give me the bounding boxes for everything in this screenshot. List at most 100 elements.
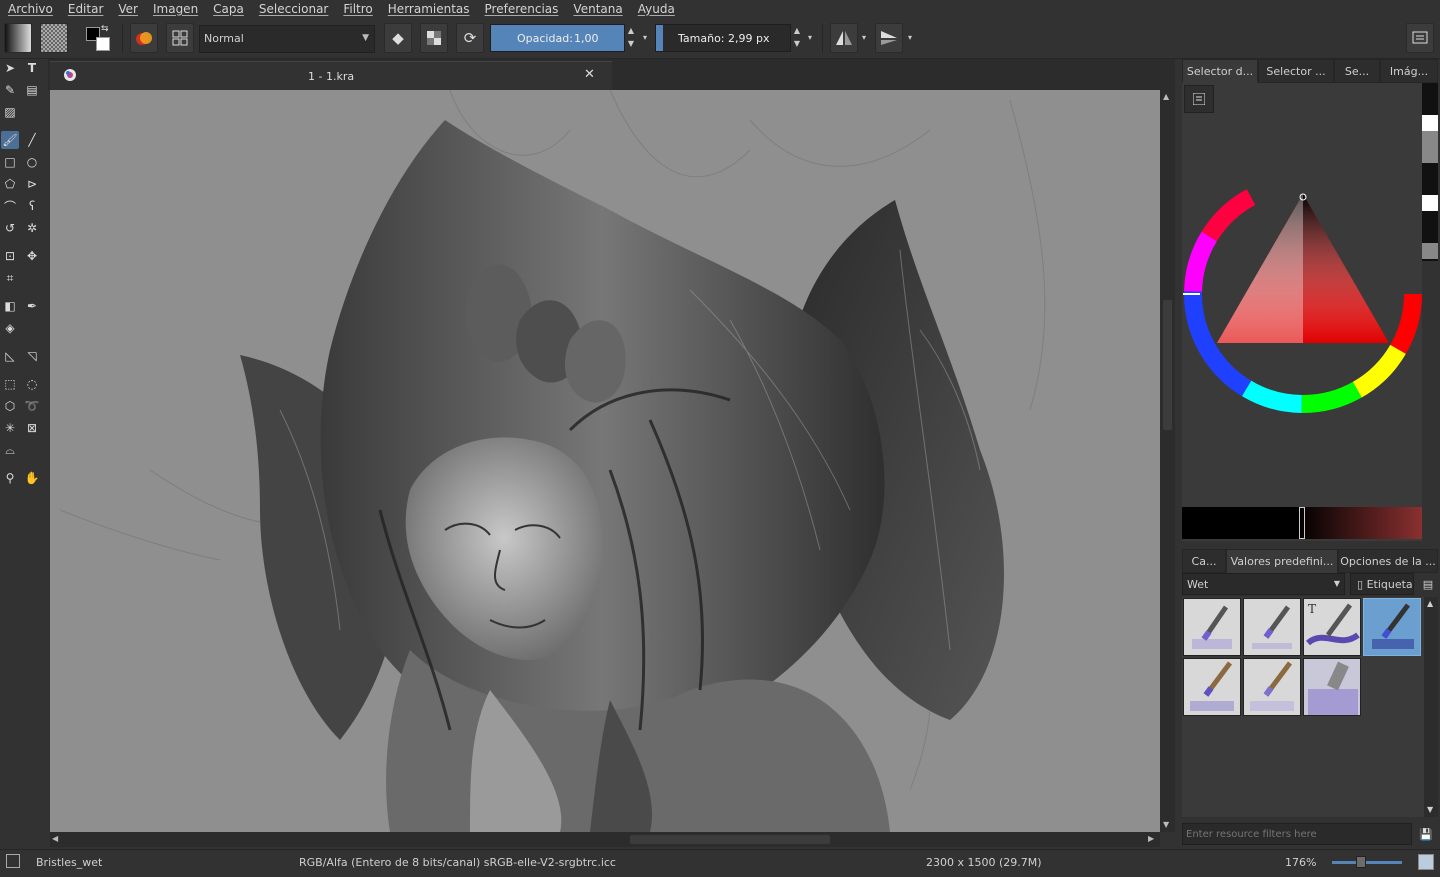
hue-ring-triangle[interactable] (1182, 173, 1424, 415)
vertical-mirror-icon[interactable] (875, 23, 903, 53)
brush-preset-4-selected[interactable] (1363, 598, 1421, 656)
size-menu-chevron-icon[interactable]: ▾ (803, 24, 817, 52)
rect-select-icon[interactable]: ⬚ (1, 375, 19, 393)
color-picker-icon[interactable]: ✒ (23, 297, 41, 315)
opacity-spinner[interactable]: ▲ ▼ (624, 24, 638, 52)
dock-layout-icon[interactable] (166, 23, 194, 53)
bezier-select-icon[interactable]: ⌓ (1, 441, 19, 459)
tab-selector-short[interactable]: Se... (1334, 59, 1380, 83)
blend-mode-select[interactable]: Normal ▼ (199, 25, 375, 53)
brush-preset-3[interactable]: T (1303, 598, 1361, 656)
menu-capa[interactable]: Capa (205, 2, 251, 16)
horizontal-scroll-thumb[interactable] (630, 835, 830, 844)
menu-ver[interactable]: Ver (110, 2, 145, 16)
mirror-vertical-chevron-icon[interactable]: ▾ (903, 24, 917, 52)
tab-image[interactable]: Imág... (1380, 59, 1438, 83)
move-tool-icon[interactable]: ✥ (23, 247, 41, 265)
save-icon[interactable]: 💾 (1416, 823, 1436, 845)
calligraphy-icon[interactable]: ▤ (23, 81, 41, 99)
zoom-slider-handle[interactable] (1356, 856, 1367, 868)
opacity-menu-chevron-icon[interactable]: ▾ (638, 24, 652, 52)
opacity-slider[interactable]: Opacidad: 1,00 (490, 24, 625, 52)
text-tool-icon[interactable]: T (23, 59, 41, 77)
preset-tag-select[interactable]: Wet ▼ (1182, 573, 1345, 595)
size-slider[interactable]: Tamaño: 2,99 px (655, 24, 791, 52)
menu-seleccionar[interactable]: Seleccionar (251, 2, 335, 16)
history-swatch-white-2[interactable] (1422, 195, 1438, 211)
edit-shapes-icon[interactable]: ✎ (1, 81, 19, 99)
close-tab-icon[interactable]: ✕ (584, 67, 595, 82)
menu-ventana[interactable]: Ventana (565, 2, 629, 16)
polyline-tool-icon[interactable]: ⊳ (23, 175, 41, 193)
similar-select-icon[interactable]: ⊠ (23, 419, 41, 437)
dynamic-brush-icon[interactable]: ↺ (1, 219, 19, 237)
freehand-select-icon[interactable]: ➰ (23, 397, 41, 415)
zoom-tool-icon[interactable]: ⚲ (1, 469, 19, 487)
brush-preset-2[interactable] (1243, 598, 1301, 656)
selection-status-icon[interactable] (6, 854, 20, 868)
scroll-left-icon[interactable]: ◀ (52, 834, 58, 843)
multibrush-icon[interactable]: ✲ (23, 219, 41, 237)
brush-preset-7[interactable] (1303, 658, 1361, 716)
brush-preset-5[interactable] (1183, 658, 1241, 716)
background-color[interactable] (96, 37, 110, 51)
fit-zoom-icon[interactable] (1418, 854, 1434, 870)
preserve-alpha-icon[interactable] (420, 23, 448, 53)
color-selector-settings-icon[interactable] (1184, 85, 1214, 113)
tab-advanced-color-selector[interactable]: Selector d... (1182, 59, 1258, 83)
tab-canvas[interactable]: Ca... (1182, 549, 1226, 573)
fill-bucket-icon[interactable]: ◈ (1, 319, 19, 337)
eraser-mode-icon[interactable]: ◆ (384, 23, 412, 53)
painting-canvas[interactable] (50, 90, 1160, 832)
scroll-right-icon[interactable]: ▶ (1148, 834, 1154, 843)
history-swatch-gray-2[interactable] (1422, 243, 1438, 259)
size-spinner[interactable]: ▲ ▼ (790, 24, 804, 52)
measure-tool-icon[interactable]: ◹ (23, 347, 41, 365)
brush-preset-icon[interactable] (130, 23, 158, 53)
line-tool-icon[interactable]: ╱ (23, 131, 41, 149)
menu-editar[interactable]: Editar (60, 2, 111, 16)
menu-filtro[interactable]: Filtro (335, 2, 379, 16)
tab-specific-color-selector[interactable]: Selector ... (1258, 59, 1334, 83)
mirror-horizontal-chevron-icon[interactable]: ▾ (857, 24, 871, 52)
horizontal-scrollbar[interactable]: ◀ ▶ (50, 832, 1160, 847)
reload-preset-icon[interactable]: ⟳ (456, 23, 484, 53)
ellipse-select-icon[interactable]: ◌ (23, 375, 41, 393)
ellipse-tool-icon[interactable]: ○ (23, 153, 41, 171)
tab-brush-presets[interactable]: Valores predefini... (1226, 549, 1338, 573)
menu-herramientas[interactable]: Herramientas (380, 2, 477, 16)
polygon-select-icon[interactable]: ⬡ (1, 397, 19, 415)
pattern-selector-button[interactable] (40, 23, 68, 53)
preset-view-options-icon[interactable]: ▤ (1418, 573, 1438, 595)
document-tab[interactable]: 1 - 1.kra ✕ (50, 61, 612, 90)
menu-ayuda[interactable]: Ayuda (630, 2, 682, 16)
swap-colors-icon[interactable]: ⇆ (101, 24, 109, 34)
gradient-fill-icon[interactable]: ◧ (1, 297, 19, 315)
menu-archivo[interactable]: Archivo (0, 2, 60, 16)
scroll-down-icon[interactable]: ▼ (1427, 805, 1433, 814)
foreground-background-color-swatch[interactable]: ⇆ (84, 24, 114, 53)
crop-tool-icon[interactable]: ⌗ (1, 269, 19, 287)
brush-preset-6[interactable] (1243, 658, 1301, 716)
horizontal-mirror-icon[interactable] (830, 23, 858, 53)
menu-preferencias[interactable]: Preferencias (477, 2, 566, 16)
history-swatch-white[interactable] (1422, 115, 1438, 131)
scroll-up-icon[interactable]: ▲ (1427, 599, 1433, 608)
preset-scrollbar[interactable]: ▲ ▼ (1424, 597, 1438, 817)
freehand-path-icon[interactable]: ʕ (23, 197, 41, 215)
vertical-scroll-thumb[interactable] (1163, 300, 1172, 430)
tab-tool-options[interactable]: Opciones de la ... (1338, 549, 1438, 573)
scroll-down-icon[interactable]: ▼ (1163, 820, 1169, 829)
polygon-tool-icon[interactable]: ⬠ (1, 175, 19, 193)
scroll-up-icon[interactable]: ▲ (1163, 92, 1169, 101)
shade-selector[interactable] (1182, 507, 1422, 539)
resource-filter-input[interactable] (1182, 823, 1412, 845)
vertical-scrollbar[interactable]: ▲ ▼ (1160, 90, 1175, 832)
select-shapes-icon[interactable]: ➤ (1, 59, 19, 77)
menu-imagen[interactable]: Imagen (145, 2, 205, 16)
freehand-brush-icon[interactable]: 🖌 (1, 131, 19, 149)
color-history-column[interactable] (1422, 83, 1438, 261)
zoom-slider[interactable] (1332, 861, 1402, 864)
gradient-tool-icon[interactable]: ▨ (1, 103, 19, 121)
rectangle-tool-icon[interactable]: □ (1, 153, 19, 171)
